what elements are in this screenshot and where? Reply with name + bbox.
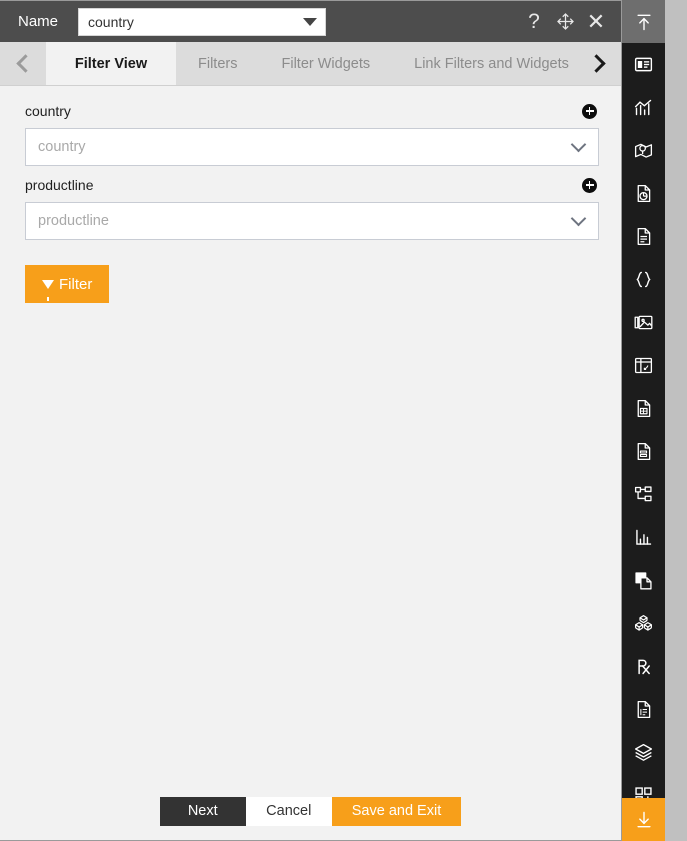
bar-axis-icon[interactable]	[622, 516, 665, 559]
dialog-footer: Next Cancel Save and Exit	[0, 782, 621, 840]
name-label: Name	[18, 13, 59, 30]
tabs-scroller: Filter View Filters Filter Widgets Link …	[46, 42, 575, 85]
name-dropdown-caret-icon[interactable]	[295, 17, 325, 26]
name-combobox[interactable]: country	[78, 7, 327, 36]
document-icon[interactable]	[622, 215, 665, 258]
tab-label: Filter View	[74, 55, 148, 72]
move-icon[interactable]	[554, 10, 576, 34]
help-icon[interactable]: ?	[523, 10, 545, 34]
braces-icon[interactable]	[622, 258, 665, 301]
prescription-rx-icon[interactable]	[622, 645, 665, 688]
collapse-panel-up-icon[interactable]	[622, 0, 665, 43]
filter-view-body: country country productline productline	[0, 86, 621, 782]
name-value: country	[88, 13, 134, 30]
country-select-placeholder: country	[38, 139, 86, 155]
tab-filters[interactable]: Filters	[176, 42, 260, 85]
right-background-strip	[665, 0, 687, 841]
tab-scroll-right-button[interactable]	[575, 42, 621, 85]
tab-scroll-left-button[interactable]	[0, 42, 46, 85]
tab-link-filters-and-widgets[interactable]: Link Filters and Widgets	[392, 42, 575, 85]
tab-label: Filter Widgets	[281, 55, 371, 72]
cubes-icon[interactable]	[622, 602, 665, 645]
field-label-productline: productline	[25, 177, 94, 193]
tab-filter-widgets[interactable]: Filter Widgets	[259, 42, 393, 85]
chevron-right-icon	[586, 54, 606, 73]
chart-icon[interactable]	[622, 86, 665, 129]
chevron-left-icon	[15, 54, 35, 73]
tab-filter-view[interactable]: Filter View	[46, 42, 176, 85]
dialog-titlebar: Name country ? ✕	[0, 1, 621, 42]
expand-panel-down-icon[interactable]	[622, 798, 665, 841]
next-button[interactable]: Next	[159, 797, 246, 826]
country-select[interactable]: country	[25, 128, 599, 166]
tab-label: Link Filters and Widgets	[414, 55, 569, 72]
map-icon[interactable]	[622, 129, 665, 172]
chevron-down-icon[interactable]	[558, 210, 598, 229]
duplicate-page-icon[interactable]	[622, 559, 665, 602]
hierarchy-tree-icon[interactable]	[622, 473, 665, 516]
window-controls: ? ✕	[523, 10, 611, 34]
productline-select[interactable]: productline	[25, 202, 599, 240]
script-document-icon[interactable]	[622, 688, 665, 731]
form-document-icon[interactable]	[622, 430, 665, 473]
layers-icon[interactable]	[622, 731, 665, 774]
layout-panel-icon[interactable]	[622, 344, 665, 387]
tab-bar: Filter View Filters Filter Widgets Link …	[0, 42, 621, 86]
filter-editor-dialog: Name country ? ✕ Filter View Filters Fil…	[0, 0, 622, 841]
app-root: Name country ? ✕ Filter View Filters Fil…	[0, 0, 687, 841]
right-icon-rail	[622, 0, 665, 841]
close-icon[interactable]: ✕	[585, 10, 607, 34]
add-filter-icon[interactable]	[582, 177, 597, 193]
filter-button[interactable]: Filter	[25, 265, 110, 303]
field-group-country: country country	[25, 100, 599, 166]
funnel-icon	[42, 279, 54, 301]
chevron-down-icon[interactable]	[558, 136, 598, 155]
save-and-exit-button[interactable]: Save and Exit	[331, 797, 462, 826]
filter-button-label: Filter	[59, 275, 93, 293]
tab-label: Filters	[198, 55, 238, 72]
dashboard-icon[interactable]	[622, 43, 665, 86]
add-filter-icon[interactable]	[582, 103, 597, 119]
report-pie-icon[interactable]	[622, 172, 665, 215]
gallery-icon[interactable]	[622, 301, 665, 344]
page-icon[interactable]	[622, 387, 665, 430]
cancel-button[interactable]: Cancel	[245, 797, 332, 826]
field-label-country: country	[25, 103, 71, 119]
productline-select-placeholder: productline	[38, 213, 109, 229]
field-header: productline	[25, 174, 599, 196]
field-group-productline: productline productline	[25, 174, 599, 240]
field-header: country	[25, 100, 599, 122]
